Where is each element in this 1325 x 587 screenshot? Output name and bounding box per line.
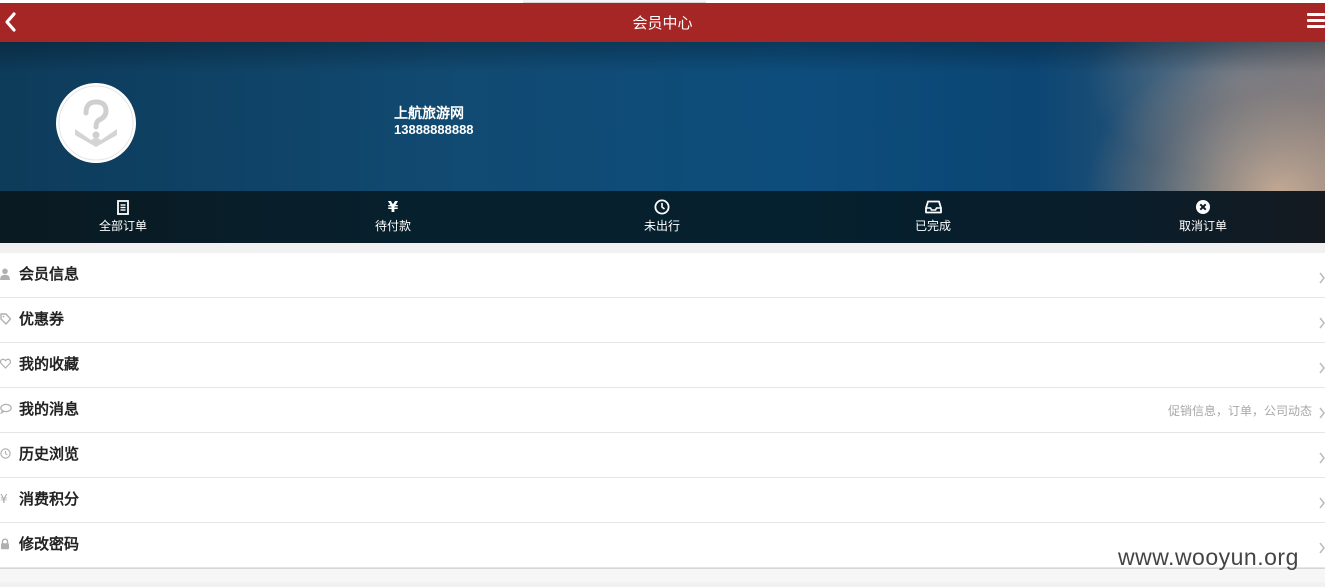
- chevron-right-icon: [1319, 359, 1325, 374]
- comment-icon: [0, 403, 12, 417]
- lock-icon: [0, 538, 11, 552]
- hamburger-menu-icon: [1307, 13, 1325, 28]
- menu-item-messages[interactable]: 我的消息 促销信息，订单，公司动态: [0, 388, 1325, 433]
- messages-hint: 促销信息，订单，公司动态: [1167, 404, 1312, 418]
- chevron-right-icon: [1319, 449, 1325, 464]
- pending-payment-label: 待付款: [374, 219, 411, 233]
- menu-item-coupons[interactable]: 优惠券: [0, 298, 1325, 343]
- completed-button[interactable]: 已完成: [873, 191, 993, 243]
- document-icon: [117, 199, 129, 215]
- yen-icon: ¥: [387, 198, 399, 216]
- menu-item-label: 优惠券: [19, 310, 65, 328]
- menu-item-label: 我的收藏: [19, 355, 80, 373]
- menu-item-label: 消费积分: [19, 490, 80, 508]
- menu-item-member-info[interactable]: 会员信息: [0, 253, 1325, 298]
- clock-icon: [0, 448, 11, 462]
- not-traveled-label: 未出行: [643, 219, 680, 233]
- order-status-bar: 全部订单 ¥ 待付款 未出行 已完成 取消订单: [0, 191, 1325, 243]
- tag-icon: [0, 313, 12, 327]
- all-orders-label: 全部订单: [98, 219, 147, 233]
- cancel-circle-icon: [1196, 200, 1210, 214]
- not-traveled-button[interactable]: 未出行: [602, 191, 722, 243]
- member-menu-list: 会员信息 优惠券 我的收藏 我的消息 促销信息，订单，公司动态 历史浏览 ¥ 消…: [0, 253, 1325, 582]
- user-icon: [0, 268, 11, 282]
- cancelled-orders-label: 取消订单: [1178, 219, 1227, 233]
- page-title: 会员中心: [632, 14, 693, 32]
- completed-label: 已完成: [914, 219, 951, 233]
- pending-payment-button[interactable]: ¥ 待付款: [333, 191, 453, 243]
- menu-item-label: 会员信息: [19, 265, 80, 283]
- chevron-right-icon: [1319, 269, 1325, 284]
- profile-banner: 上航旅游网 13888888888: [0, 42, 1325, 191]
- menu-item-history[interactable]: 历史浏览: [0, 433, 1325, 478]
- chevron-right-icon: [1319, 494, 1325, 509]
- menu-item-label: 我的消息: [19, 400, 80, 418]
- top-navbar: 会员中心: [0, 3, 1325, 42]
- menu-item-label: 修改密码: [19, 535, 80, 553]
- menu-button[interactable]: [1307, 13, 1325, 33]
- member-phone: 13888888888: [394, 122, 474, 137]
- menu-item-points[interactable]: ¥ 消费积分: [0, 478, 1325, 523]
- member-name: 上航旅游网: [394, 106, 464, 122]
- inbox-icon: [924, 200, 942, 214]
- question-mark-avatar-icon: [58, 85, 134, 161]
- chevron-right-icon: [1319, 314, 1325, 329]
- heart-icon: [0, 358, 12, 372]
- yen-icon: ¥: [0, 492, 8, 506]
- menu-item-label: 历史浏览: [19, 445, 80, 463]
- chevron-right-icon: [1319, 404, 1325, 419]
- menu-item-favorites[interactable]: 我的收藏: [0, 343, 1325, 388]
- clock-icon: [654, 199, 670, 215]
- avatar[interactable]: [56, 83, 136, 163]
- all-orders-button[interactable]: 全部订单: [63, 191, 183, 243]
- chevron-right-icon: [1319, 539, 1325, 554]
- cancelled-orders-button[interactable]: 取消订单: [1143, 191, 1263, 243]
- watermark: www.wooyun.org: [1118, 544, 1299, 570]
